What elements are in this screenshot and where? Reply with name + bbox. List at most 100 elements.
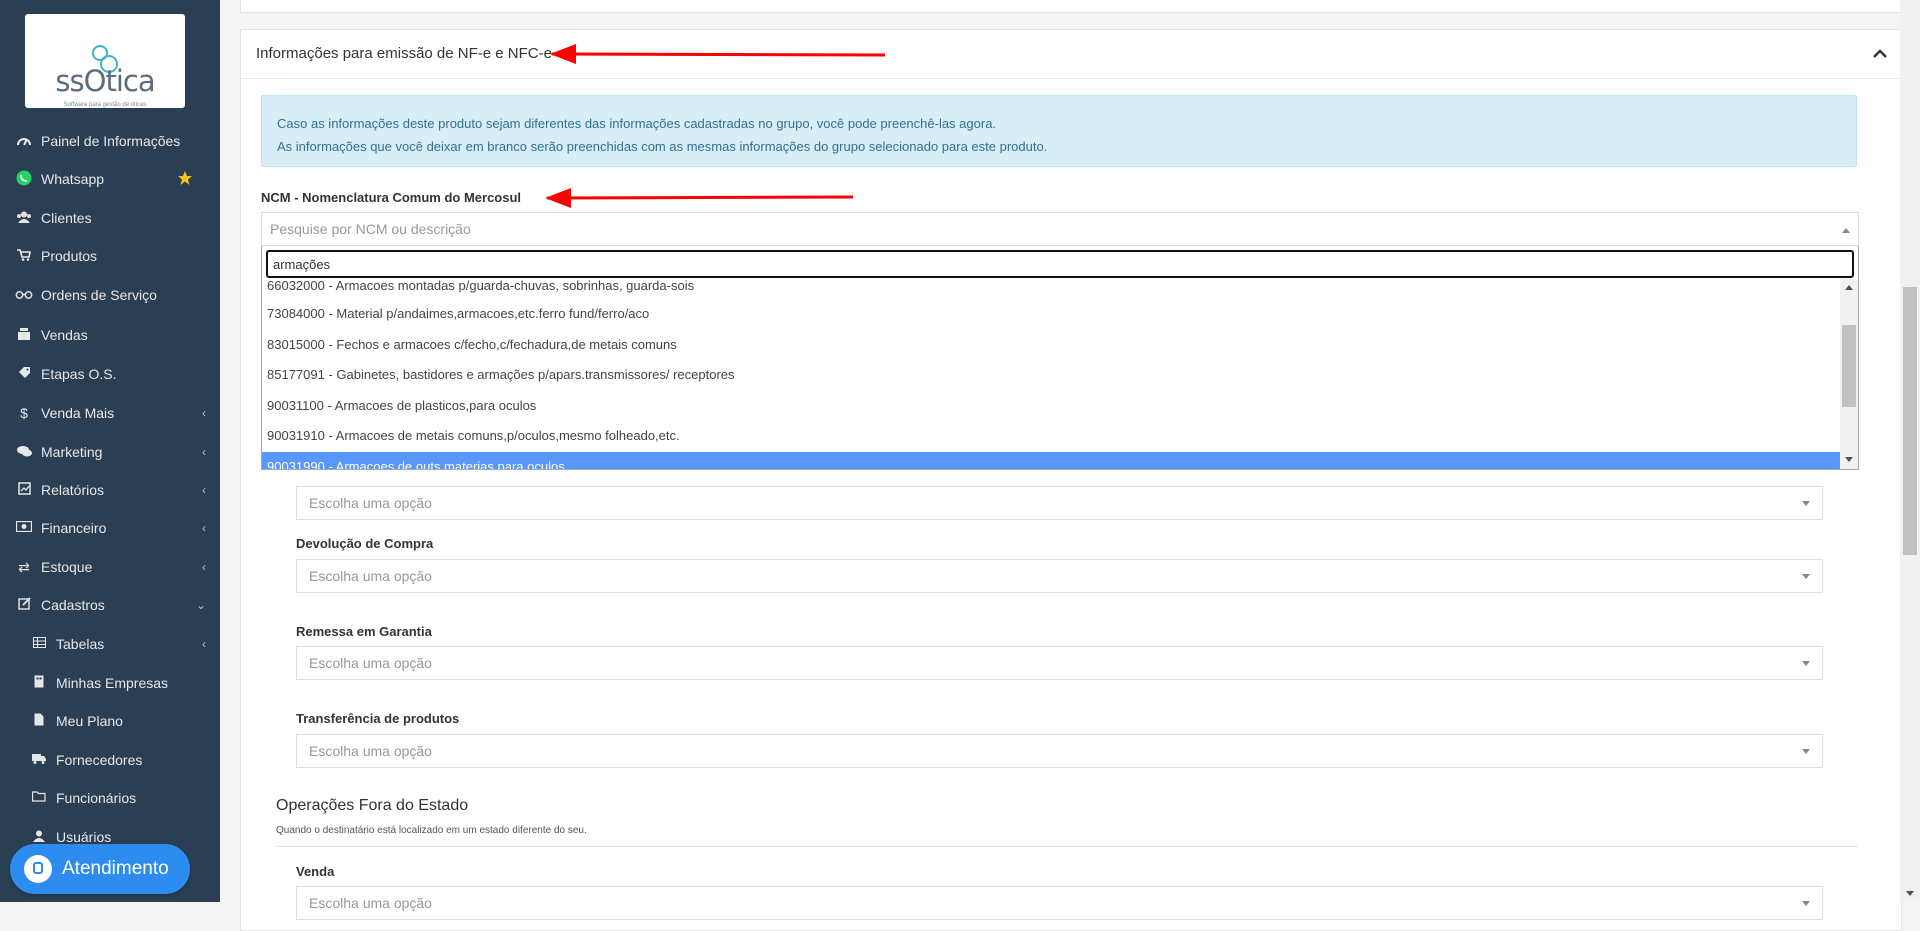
hidden-select[interactable]: Escolha uma opção bbox=[296, 486, 1823, 520]
list-item[interactable]: 66032000 - Armacoes montadas p/guarda-ch… bbox=[262, 279, 1840, 299]
chevron-up-icon[interactable] bbox=[1873, 46, 1887, 64]
logo-text: ssOtica bbox=[55, 64, 155, 98]
sidebar-item-label: Vendas bbox=[41, 327, 88, 343]
sidebar-item-minhas-empresas[interactable]: Minhas Empresas bbox=[0, 664, 220, 702]
info-alert: Caso as informações deste produto sejam … bbox=[261, 95, 1857, 167]
select-placeholder: Escolha uma opção bbox=[309, 495, 432, 511]
dropdown-scrollbar[interactable] bbox=[1840, 279, 1858, 469]
logo-subtitle: Software para gestão de óticas bbox=[63, 102, 147, 108]
sidebar-item-label: Estoque bbox=[41, 559, 93, 575]
main-content: Informações para emissão de NF-e e NFC-e… bbox=[220, 0, 1902, 931]
sidebar-item-label: Marketing bbox=[41, 444, 103, 460]
sidebar-item-tabelas[interactable]: Tabelas ‹ bbox=[0, 625, 220, 663]
file-icon bbox=[29, 713, 49, 729]
users-icon bbox=[14, 211, 34, 226]
sidebar-item-whatsapp[interactable]: Whatsapp bbox=[0, 160, 220, 198]
users-icon bbox=[29, 830, 49, 845]
sidebar-item-marketing[interactable]: Marketing ‹ bbox=[0, 433, 220, 471]
scroll-down-icon[interactable] bbox=[1845, 457, 1853, 462]
sidebar-item-label: Cadastros bbox=[41, 597, 105, 613]
chevron-left-icon: ‹ bbox=[202, 406, 206, 420]
sidebar-item-etapas[interactable]: Etapas O.S. bbox=[0, 355, 220, 393]
section-divider bbox=[276, 846, 1858, 847]
ncm-select[interactable]: Pesquise por NCM ou descrição bbox=[261, 212, 1859, 246]
sidebar-item-label: Tabelas bbox=[56, 636, 105, 652]
scroll-up-icon[interactable] bbox=[1845, 285, 1853, 290]
chat-icon bbox=[24, 855, 52, 883]
sidebar-item-label: Minhas Empresas bbox=[56, 675, 169, 691]
sidebar-item-produtos[interactable]: Produtos bbox=[0, 237, 220, 275]
sidebar-item-fornecedores[interactable]: Fornecedores bbox=[0, 741, 220, 779]
list-item[interactable]: 90031100 - Armacoes de plasticos,para oc… bbox=[262, 391, 1840, 422]
tag-icon bbox=[14, 366, 34, 382]
panel-title: Informações para emissão de NF-e e NFC-e bbox=[256, 45, 552, 62]
sidebar-item-financeiro[interactable]: Financeiro ‹ bbox=[0, 509, 220, 547]
edit-icon bbox=[14, 597, 34, 613]
ncm-results-list: 66032000 - Armacoes montadas p/guarda-ch… bbox=[262, 279, 1840, 469]
remessa-select[interactable]: Escolha uma opção bbox=[296, 646, 1823, 680]
sidebar-item-label: Painel de Informações bbox=[41, 133, 181, 149]
chevron-left-icon: ‹ bbox=[202, 483, 206, 497]
chevron-left-icon: ‹ bbox=[202, 560, 206, 574]
sidebar-item-label: Ordens de Serviço bbox=[41, 287, 157, 303]
sidebar-item-ordens[interactable]: Ordens de Serviço bbox=[0, 276, 220, 314]
scroll-thumb[interactable] bbox=[1842, 325, 1856, 407]
select-placeholder: Escolha uma opção bbox=[309, 743, 432, 759]
list-item-highlighted[interactable]: 90031990 - Armacoes de outs.materias,par… bbox=[262, 451, 1840, 469]
ncm-search-input[interactable] bbox=[266, 250, 1854, 278]
dollar-icon: $ bbox=[20, 405, 28, 421]
fora-estado-desc: Quando o destinatário está localizado em… bbox=[276, 825, 587, 836]
sidebar-item-clientes[interactable]: Clientes bbox=[0, 199, 220, 237]
select-placeholder: Escolha uma opção bbox=[309, 895, 432, 911]
select-placeholder: Escolha uma opção bbox=[309, 655, 432, 671]
ncm-label: NCM - Nomenclatura Comum do Mercosul bbox=[261, 190, 522, 205]
building-icon bbox=[29, 675, 49, 691]
truck-icon bbox=[29, 753, 49, 767]
sidebar-item-label: Clientes bbox=[41, 210, 92, 226]
sidebar-item-relatorios[interactable]: Relatórios ‹ bbox=[0, 471, 220, 509]
fora-estado-title: Operações Fora do Estado bbox=[276, 797, 469, 814]
sidebar-item-venda-mais[interactable]: $ Venda Mais ‹ bbox=[0, 394, 220, 432]
sidebar-item-label: Fornecedores bbox=[56, 752, 143, 768]
page-scroll-down-icon[interactable] bbox=[1906, 891, 1914, 896]
glasses-icon bbox=[14, 288, 34, 302]
chevron-left-icon: ‹ bbox=[202, 445, 206, 459]
list-item[interactable]: 85177091 - Gabinetes, bastidores e armaç… bbox=[262, 360, 1840, 391]
venda-select[interactable]: Escolha uma opção bbox=[296, 886, 1823, 920]
sidebar-item-funcionarios[interactable]: Funcionários bbox=[0, 779, 220, 817]
sidebar-item-estoque[interactable]: ⇄ Estoque ‹ bbox=[0, 548, 220, 586]
previous-panel bbox=[240, 0, 1902, 13]
sidebar-item-label: Financeiro bbox=[41, 520, 107, 536]
devolucao-select[interactable]: Escolha uma opção bbox=[296, 559, 1823, 593]
ncm-dropdown: 66032000 - Armacoes montadas p/guarda-ch… bbox=[261, 246, 1859, 470]
remessa-label: Remessa em Garantia bbox=[296, 624, 432, 639]
transferencia-select[interactable]: Escolha uma opção bbox=[296, 734, 1823, 768]
page-scrollbar[interactable] bbox=[1900, 0, 1920, 902]
page-scroll-thumb[interactable] bbox=[1903, 287, 1917, 555]
report-icon bbox=[14, 482, 34, 498]
caret-down-icon bbox=[1802, 574, 1810, 579]
sidebar-item-meu-plano[interactable]: Meu Plano bbox=[0, 702, 220, 740]
sidebar-item-label: Funcionários bbox=[56, 790, 137, 806]
sidebar-item-vendas[interactable]: Vendas bbox=[0, 316, 220, 354]
list-item[interactable]: 73084000 - Material p/andaimes,armacoes,… bbox=[262, 299, 1840, 330]
chevron-down-icon: ⌄ bbox=[195, 598, 206, 612]
sidebar-item-label: Venda Mais bbox=[41, 405, 115, 421]
logo[interactable]: ssOtica Software para gestão de óticas bbox=[25, 14, 185, 108]
alert-line-1: Caso as informações deste produto sejam … bbox=[277, 116, 997, 131]
sidebar: ssOtica Software para gestão de óticas P… bbox=[0, 0, 220, 902]
caret-up-icon bbox=[1842, 228, 1850, 233]
sidebar-item-cadastros[interactable]: Cadastros ⌄ bbox=[0, 586, 220, 624]
atendimento-button[interactable]: Atendimento bbox=[10, 844, 190, 894]
list-item[interactable]: 90031910 - Armacoes de metais comuns,p/o… bbox=[262, 421, 1840, 452]
sidebar-item-label: Produtos bbox=[41, 248, 98, 264]
panel-header[interactable]: Informações para emissão de NF-e e NFC-e bbox=[241, 30, 1901, 79]
whatsapp-icon bbox=[14, 170, 34, 189]
list-item[interactable]: 83015000 - Fechos e armacoes c/fecho,c/f… bbox=[262, 330, 1840, 361]
caret-down-icon bbox=[1802, 501, 1810, 506]
sidebar-item-painel[interactable]: Painel de Informações bbox=[0, 122, 220, 160]
sidebar-item-label: Whatsapp bbox=[41, 171, 105, 187]
exchange-icon: ⇄ bbox=[18, 558, 30, 575]
caret-down-icon bbox=[1802, 661, 1810, 666]
money-icon bbox=[14, 520, 34, 535]
